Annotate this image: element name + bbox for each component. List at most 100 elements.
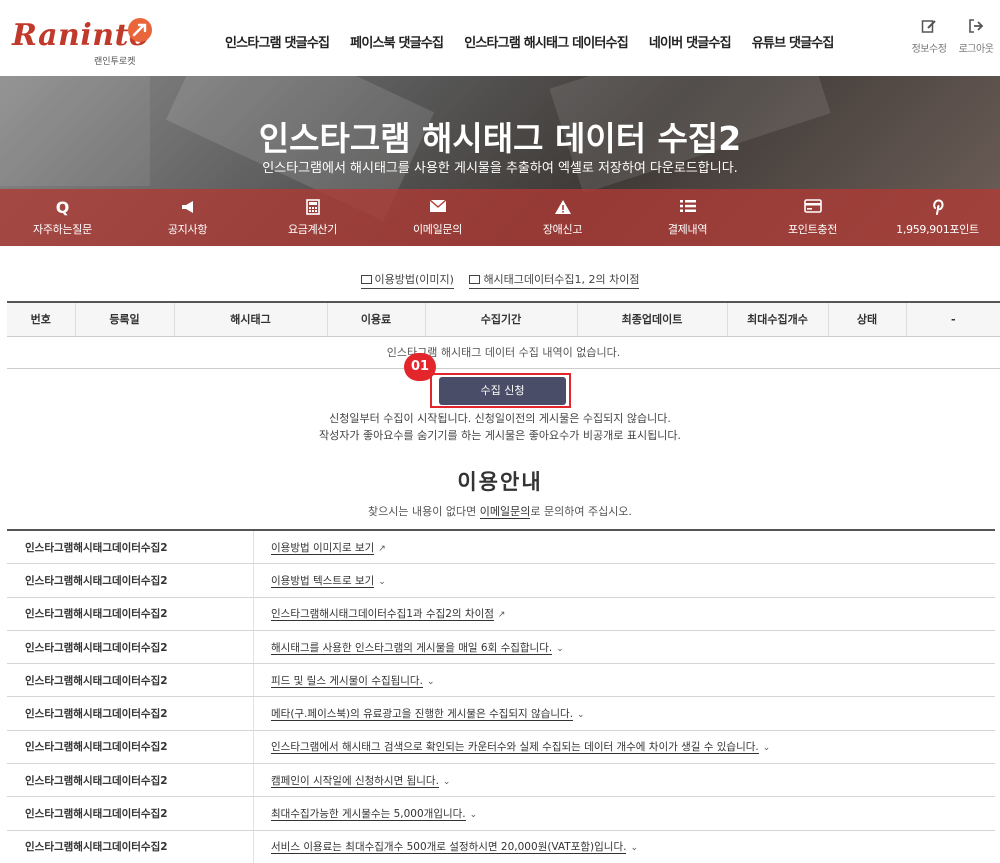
- list-item: 인스타그램해시태그데이터수집2 이용방법 텍스트로 보기 ⌄: [7, 564, 995, 598]
- guide-category: 인스타그램해시태그데이터수집2: [7, 764, 254, 797]
- guide-link[interactable]: 이용방법 텍스트로 보기 ⌄: [254, 573, 386, 588]
- menu-label: 이메일문의: [412, 223, 463, 236]
- guide-link[interactable]: 최대수집가능한 게시물수는 5,000개입니다. ⌄: [254, 806, 478, 822]
- col-status: 상태: [828, 301, 907, 337]
- credit-card-icon: [750, 199, 875, 217]
- site-header: Raninto 랜인투로켓 인스타그램 댓글수집 페이스북 댓글수집 인스타그램…: [0, 0, 1000, 76]
- guide-text: 이용방법 이미지로 보기: [271, 541, 375, 555]
- hero-banner: 인스타그램 해시태그 데이터 수집2 인스타그램에서 해시태그를 사용한 게시물…: [0, 76, 1000, 246]
- menu-payments[interactable]: 결제내역: [625, 189, 750, 246]
- guide-category: 인스타그램해시태그데이터수집2: [7, 797, 254, 830]
- menu-label: 공지사항: [167, 223, 208, 236]
- guide-category: 인스타그램해시태그데이터수집2: [7, 564, 254, 597]
- guide-link[interactable]: 이용방법 이미지로 보기 ↗: [254, 540, 386, 555]
- col-fee: 이용료: [327, 301, 426, 337]
- chevron-down-icon: ⌄: [630, 843, 638, 854]
- guide-link[interactable]: 인스타그램에서 해시태그 검색으로 확인되는 카운터수와 실제 수집되는 데이터…: [254, 739, 771, 755]
- quick-menu-bar: Q 자주하는질문 공지사항 요금계산기 이메일문의 장애신고 결제내역 포인트충…: [0, 189, 1000, 246]
- guide-link[interactable]: 캠페인이 시작일에 신청하시면 됩니다. ⌄: [254, 773, 450, 788]
- help-links: 이용방법(이미지) 해시태그데이터수집1, 2의 차이점: [0, 271, 1000, 289]
- guide-link[interactable]: 서비스 이용료는 최대수집개수 500개로 설정하시면 20,000원(VAT포…: [254, 839, 638, 855]
- list-item: 인스타그램해시태그데이터수집2 이용방법 이미지로 보기 ↗: [7, 531, 995, 565]
- collection-history-table: 번호 등록일 해시태그 이용료 수집기간 최종업데이트 최대수집개수 상태 - …: [7, 301, 1000, 369]
- guide-text: 해시태그를 사용한 인스타그램의 게시물을 매일 6회 수집합니다.: [271, 641, 553, 655]
- guide-link[interactable]: 인스타그램해시태그데이터수집1과 수집2의 차이점 ↗: [254, 606, 506, 622]
- calculator-icon: [250, 199, 375, 217]
- image-icon: [360, 275, 372, 284]
- chevron-down-icon: ⌄: [762, 743, 771, 754]
- rocket-icon: [128, 18, 152, 42]
- guide-text: 피드 및 릴스 게시물이 수집됩니다.: [271, 674, 423, 688]
- main-nav: 인스타그램 댓글수집 페이스북 댓글수집 인스타그램 해시태그 데이터수집 네이…: [225, 32, 855, 51]
- col-action: -: [906, 301, 1000, 337]
- guide-sub-text: 로 문의하여 주십시오.: [530, 505, 632, 518]
- list-item: 인스타그램해시태그데이터수집2 피드 및 릴스 게시물이 수집됩니다. ⌄: [7, 664, 995, 698]
- logout-button[interactable]: 로그아웃: [951, 18, 1000, 55]
- guide-link[interactable]: 해시태그를 사용한 인스타그램의 게시물을 매일 6회 수집합니다. ⌄: [254, 640, 564, 655]
- email-inquiry-link[interactable]: 이메일문의: [479, 505, 531, 519]
- menu-calculator[interactable]: 요금계산기: [250, 189, 375, 246]
- list-item: 인스타그램해시태그데이터수집2 메타(구.페이스북)의 유료광고을 진행한 게시…: [7, 697, 995, 731]
- usage-image-link[interactable]: 이용방법(이미지): [360, 271, 454, 289]
- image-icon: [469, 275, 481, 284]
- points-balance: 1,959,901포인트: [896, 223, 979, 236]
- edit-profile-button[interactable]: 정보수정: [904, 18, 954, 55]
- chevron-down-icon: ⌄: [426, 676, 435, 687]
- pinterest-icon: [875, 199, 1000, 217]
- menu-points-balance[interactable]: 1,959,901포인트: [875, 189, 1000, 246]
- list-item: 인스타그램해시태그데이터수집2 캠페인이 시작일에 신청하시면 됩니다. ⌄: [7, 764, 995, 798]
- guide-text: 이용방법 텍스트로 보기: [271, 574, 375, 588]
- nav-instagram-hashtag[interactable]: 인스타그램 해시태그 데이터수집: [464, 32, 629, 51]
- list-item: 인스타그램해시태그데이터수집2 최대수집가능한 게시물수는 5,000개입니다.…: [7, 797, 995, 831]
- col-hashtag: 해시태그: [174, 301, 328, 337]
- guide-category: 인스타그램해시태그데이터수집2: [7, 597, 254, 630]
- col-max-count: 최대수집개수: [727, 301, 829, 337]
- guide-subtitle: 찾으시는 내용이 없다면 이메일문의로 문의하여 주십시오.: [0, 503, 1000, 519]
- col-registered-date: 등록일: [75, 301, 175, 337]
- guide-text: 서비스 이용료는 최대수집개수 500개로 설정하시면 20,000원(VAT포…: [271, 841, 627, 855]
- menu-label: 요금계산기: [287, 223, 338, 236]
- table-row: 인스타그램 해시태그 데이터 수집 내역이 없습니다.: [7, 336, 1000, 369]
- q-icon: Q: [55, 198, 70, 217]
- guide-category: 인스타그램해시태그데이터수집2: [7, 830, 254, 863]
- menu-report[interactable]: 장애신고: [500, 189, 625, 246]
- nav-youtube-comments[interactable]: 유튜브 댓글수집: [752, 32, 835, 51]
- apply-notes: 신청일부터 수집이 시작됩니다. 신청일이전의 게시물은 수집되지 않습니다. …: [0, 410, 1000, 444]
- guide-category: 인스타그램해시태그데이터수집2: [7, 630, 254, 664]
- apply-button[interactable]: 수집 신청: [439, 377, 566, 405]
- chevron-down-icon: ⌄: [469, 810, 478, 821]
- col-number: 번호: [7, 301, 76, 337]
- menu-notice[interactable]: 공지사항: [125, 189, 250, 246]
- guide-category: 인스타그램해시태그데이터수집2: [7, 531, 254, 564]
- chevron-down-icon: ⌄: [556, 643, 564, 654]
- guide-list: 인스타그램해시태그데이터수집2 이용방법 이미지로 보기 ↗ 인스타그램해시태그데…: [7, 529, 995, 863]
- difference-link[interactable]: 해시태그데이터수집1, 2의 차이점: [469, 271, 640, 289]
- menu-charge-points[interactable]: 포인트충전: [750, 189, 875, 246]
- guide-text: 캠페인이 시작일에 신청하시면 됩니다.: [271, 774, 439, 788]
- guide-category: 인스타그램해시태그데이터수집2: [7, 730, 254, 764]
- guide-link[interactable]: 피드 및 릴스 게시물이 수집됩니다. ⌄: [254, 673, 434, 688]
- nav-facebook-comments[interactable]: 페이스북 댓글수집: [350, 32, 444, 51]
- page-title: 인스타그램 해시태그 데이터 수집2: [258, 119, 742, 158]
- sign-out-icon: [951, 18, 1000, 36]
- nav-instagram-comments[interactable]: 인스타그램 댓글수집: [225, 32, 330, 51]
- external-link-icon: ↗: [497, 610, 506, 621]
- menu-label: 결제내역: [667, 223, 708, 236]
- guide-text: 인스타그램해시태그데이터수집1과 수집2의 차이점: [271, 608, 494, 622]
- warning-icon: [500, 199, 625, 217]
- table-header-row: 번호 등록일 해시태그 이용료 수집기간 최종업데이트 최대수집개수 상태 -: [7, 301, 1000, 337]
- guide-text: 메타(구.페이스북)의 유료광고을 진행한 게시물은 수집되지 않습니다.: [271, 708, 574, 722]
- envelope-icon: [375, 199, 500, 217]
- site-logo[interactable]: Raninto 랜인투로켓: [12, 16, 152, 68]
- menu-label: 포인트충전: [787, 223, 838, 236]
- guide-text: 최대수집가능한 게시물수는 5,000개입니다.: [271, 808, 466, 822]
- difference-label: 해시태그데이터수집1, 2의 차이점: [483, 273, 640, 286]
- apply-note: 신청일부터 수집이 시작됩니다. 신청일이전의 게시물은 수집되지 않습니다.: [329, 412, 671, 425]
- edit-profile-label: 정보수정: [911, 44, 947, 55]
- menu-email[interactable]: 이메일문의: [375, 189, 500, 246]
- menu-faq[interactable]: Q 자주하는질문: [0, 189, 125, 246]
- menu-label: 장애신고: [542, 223, 583, 236]
- nav-naver-comments[interactable]: 네이버 댓글수집: [649, 32, 732, 51]
- guide-link[interactable]: 메타(구.페이스북)의 유료광고을 진행한 게시물은 수집되지 않습니다. ⌄: [254, 706, 585, 722]
- logo-subtext: 랜인투로켓: [94, 57, 136, 67]
